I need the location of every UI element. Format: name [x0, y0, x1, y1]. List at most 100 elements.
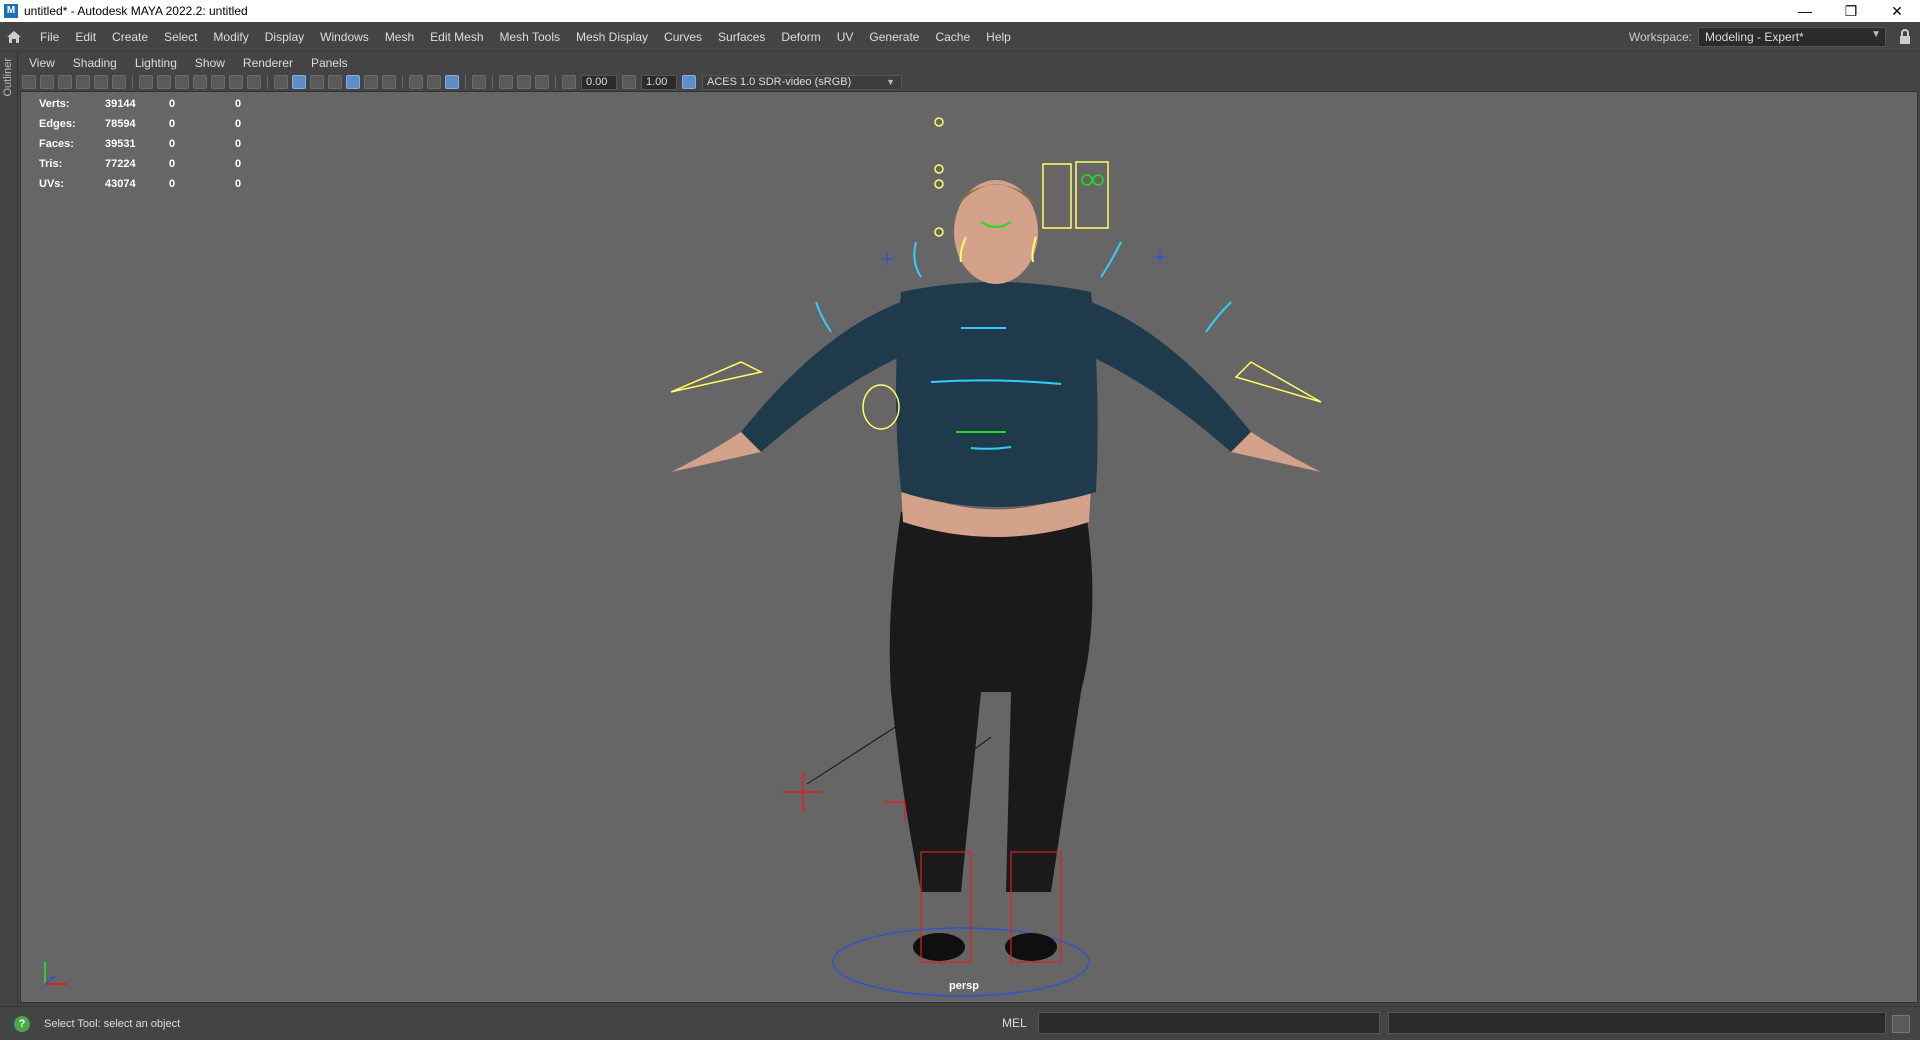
gamma-icon[interactable]: [622, 75, 636, 89]
hud-value: 0: [169, 118, 176, 130]
wireframe-icon[interactable]: [274, 75, 288, 89]
menu-surfaces[interactable]: Surfaces: [710, 22, 773, 52]
hud-label: UVs:: [39, 178, 65, 190]
resolution-gate-icon[interactable]: [175, 75, 189, 89]
panel-menu-shading[interactable]: Shading: [64, 56, 126, 70]
exposure-field[interactable]: 0.00: [581, 74, 617, 90]
gamma-field[interactable]: 1.00: [641, 74, 677, 90]
menu-generate[interactable]: Generate: [861, 22, 927, 52]
2d-pan-zoom-icon[interactable]: [94, 75, 108, 89]
exposure-icon[interactable]: [562, 75, 576, 89]
menu-cache[interactable]: Cache: [927, 22, 978, 52]
hud-value: 39531: [105, 138, 136, 150]
film-gate-icon[interactable]: [157, 75, 171, 89]
bookmark-icon[interactable]: [58, 75, 72, 89]
anti-aliasing-icon[interactable]: [445, 75, 459, 89]
menu-edit-mesh[interactable]: Edit Mesh: [422, 22, 491, 52]
restore-button[interactable]: ❐: [1828, 0, 1874, 22]
menu-modify[interactable]: Modify: [205, 22, 256, 52]
image-plane-icon[interactable]: [76, 75, 90, 89]
hud-value: 0: [235, 158, 242, 170]
isolate-select-icon[interactable]: [472, 75, 486, 89]
right-shoulder-fk: [1100, 241, 1122, 278]
close-button[interactable]: ✕: [1874, 0, 1920, 22]
menu-file[interactable]: File: [32, 22, 67, 52]
motion-blur-icon[interactable]: [427, 75, 441, 89]
xray-active-components-icon[interactable]: [517, 75, 531, 89]
pants-mesh: [889, 512, 1093, 892]
panel-menu-renderer[interactable]: Renderer: [234, 56, 302, 70]
view-axis-indicator: [39, 950, 79, 993]
outliner-label[interactable]: Outliner: [2, 58, 14, 97]
right-sleeve: [1081, 302, 1251, 452]
gate-mask-icon[interactable]: [193, 75, 207, 89]
menu-help[interactable]: Help: [978, 22, 1019, 52]
wireframe-on-shaded-icon[interactable]: [328, 75, 342, 89]
help-icon[interactable]: ?: [14, 1015, 30, 1032]
smooth-shade-icon[interactable]: [292, 75, 306, 89]
panel-menu-panels[interactable]: Panels: [302, 56, 357, 70]
left-shoulder-fk: [913, 241, 922, 278]
home-icon[interactable]: [0, 22, 28, 52]
menu-mesh-tools[interactable]: Mesh Tools: [492, 22, 568, 52]
command-language-toggle[interactable]: MEL: [1002, 1016, 1027, 1030]
menu-select[interactable]: Select: [156, 22, 205, 52]
default-material-icon[interactable]: [310, 75, 324, 89]
eye-gui-right: [1092, 174, 1104, 186]
textured-icon[interactable]: [346, 75, 360, 89]
command-result-field: [1388, 1012, 1886, 1034]
toolbar-divider: [402, 75, 403, 89]
face-slider-panel: [1042, 163, 1072, 229]
panel-menu-view[interactable]: View: [20, 56, 64, 70]
menu-uv[interactable]: UV: [829, 22, 862, 52]
menu-create[interactable]: Create: [104, 22, 156, 52]
outliner-strip[interactable]: Outliner: [0, 52, 18, 1006]
lock-icon[interactable]: [1898, 29, 1912, 45]
maya-app-icon: M: [4, 4, 18, 18]
grid-icon[interactable]: [139, 75, 153, 89]
safe-action-icon[interactable]: [229, 75, 243, 89]
screen-space-ao-icon[interactable]: [409, 75, 423, 89]
menu-mesh[interactable]: Mesh: [377, 22, 422, 52]
menu-curves[interactable]: Curves: [656, 22, 710, 52]
grease-pencil-icon[interactable]: [112, 75, 126, 89]
poly-count-hud: Verts: 39144 0 0 Edges: 78594 0 0 Faces:…: [39, 94, 301, 194]
hud-label: Verts:: [39, 98, 70, 110]
toolbar-divider: [465, 75, 466, 89]
select-camera-icon[interactable]: [22, 75, 36, 89]
xray-joints-icon[interactable]: [535, 75, 549, 89]
panel-menu-lighting[interactable]: Lighting: [126, 56, 186, 70]
color-management-icon[interactable]: [682, 75, 696, 89]
menu-mesh-display[interactable]: Mesh Display: [568, 22, 656, 52]
shadows-icon[interactable]: [382, 75, 396, 89]
hud-value: 43074: [105, 178, 136, 190]
panel-menu-show[interactable]: Show: [186, 56, 234, 70]
head-top-control: [934, 117, 944, 127]
minimize-button[interactable]: —: [1782, 0, 1828, 22]
menu-display[interactable]: Display: [257, 22, 312, 52]
menu-deform[interactable]: Deform: [773, 22, 828, 52]
hud-row-tris: Tris: 77224 0 0: [39, 154, 301, 174]
hud-row-edges: Edges: 78594 0 0: [39, 114, 301, 134]
script-editor-icon[interactable]: [1892, 1015, 1910, 1033]
jaw-control: [934, 227, 944, 237]
left-elbow-fk: [815, 301, 832, 333]
menu-windows[interactable]: Windows: [312, 22, 377, 52]
panel-menu-bar: View Shading Lighting Show Renderer Pane…: [20, 53, 1920, 73]
hud-value: 0: [169, 98, 176, 110]
camera-attributes-icon[interactable]: [40, 75, 54, 89]
view-transform-dropdown[interactable]: ACES 1.0 SDR-video (sRGB) ▼: [702, 74, 902, 90]
character-scene[interactable]: [21, 92, 1918, 1003]
field-chart-icon[interactable]: [211, 75, 225, 89]
use-all-lights-icon[interactable]: [364, 75, 378, 89]
panel-toolbar: 0.00 1.00 ACES 1.0 SDR-video (sRGB) ▼: [20, 73, 1920, 91]
hud-row-faces: Faces: 39531 0 0: [39, 134, 301, 154]
menu-edit[interactable]: Edit: [67, 22, 104, 52]
xray-icon[interactable]: [499, 75, 513, 89]
toolbar-divider: [267, 75, 268, 89]
3d-viewport[interactable]: Verts: 39144 0 0 Edges: 78594 0 0 Faces:…: [20, 91, 1918, 1003]
eye-control: [934, 164, 944, 174]
safe-title-icon[interactable]: [247, 75, 261, 89]
workspace-dropdown[interactable]: Modeling - Expert* ▼: [1698, 27, 1886, 47]
mel-command-input[interactable]: [1038, 1012, 1380, 1034]
